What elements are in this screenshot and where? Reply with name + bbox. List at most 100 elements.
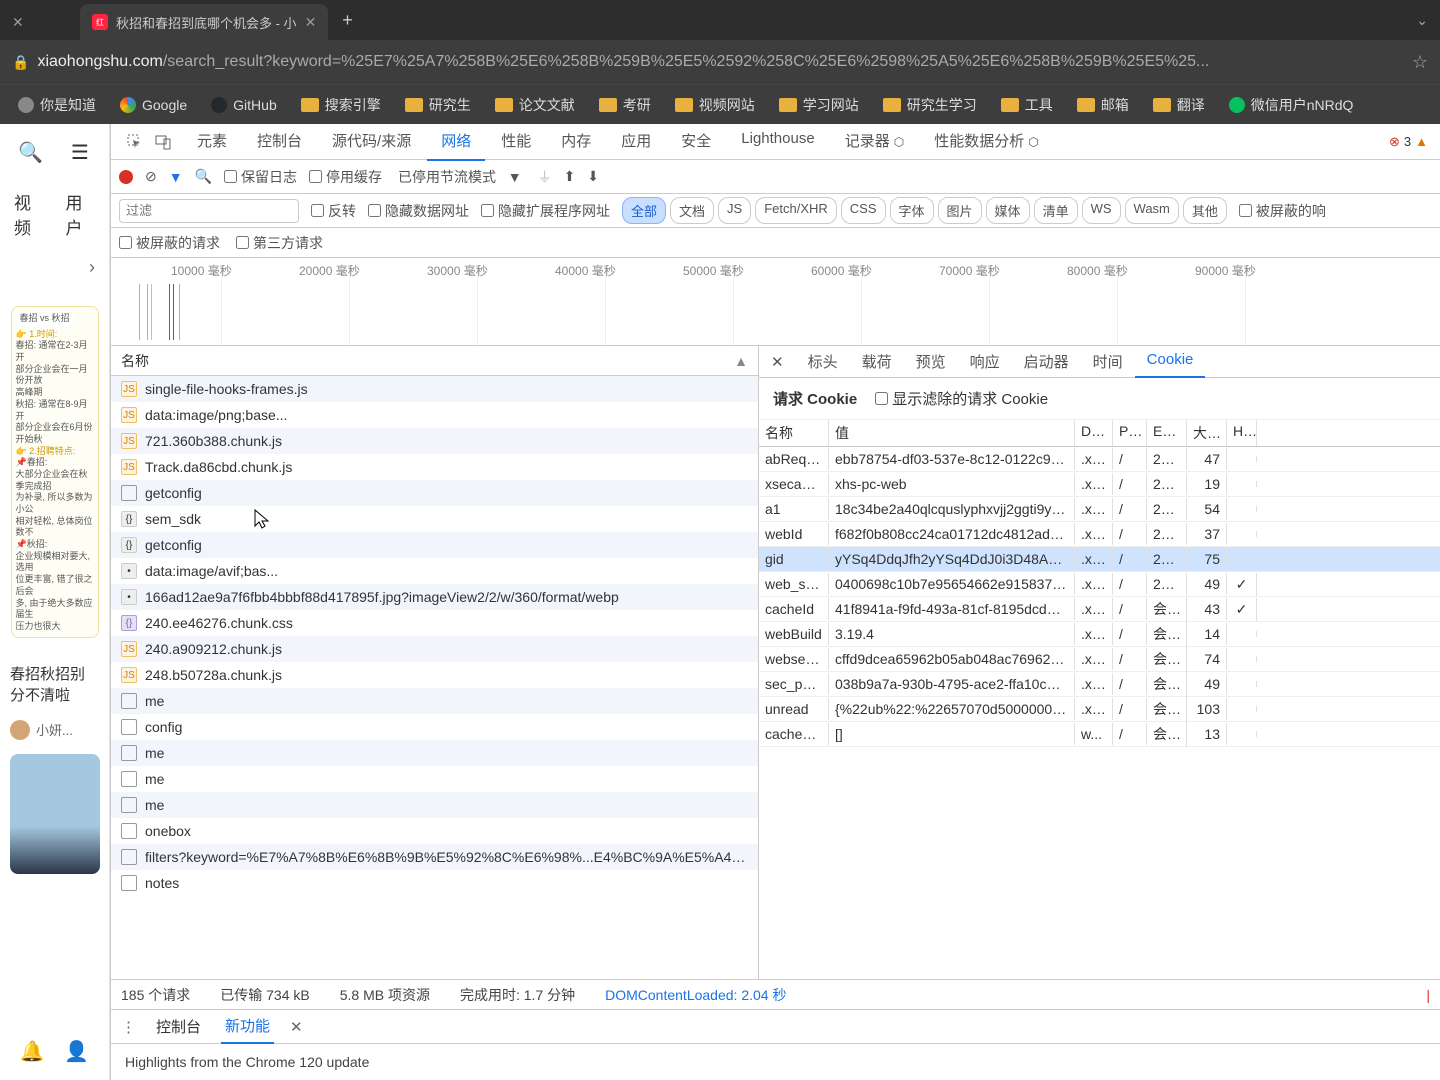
error-badge[interactable]: ⊗: [1389, 134, 1400, 150]
tabs-overflow-icon[interactable]: ⌄: [1404, 12, 1440, 29]
devtools-tab[interactable]: 性能数据分析⬡: [920, 122, 1053, 161]
search-icon[interactable]: 🔍: [18, 140, 43, 165]
filter-input[interactable]: [119, 199, 299, 223]
devtools-tab[interactable]: 元素: [183, 122, 241, 161]
menu-icon[interactable]: ☰: [71, 140, 89, 165]
blocked-req-checkbox[interactable]: 被屏蔽的请求: [119, 233, 220, 253]
wifi-icon[interactable]: ⏚: [538, 167, 552, 187]
drawer-tab-whatsnew[interactable]: 新功能: [221, 1009, 274, 1044]
cookie-row[interactable]: websecti...cffd9dcea65962b05ab048ac76962…: [759, 647, 1440, 672]
inspect-element-icon[interactable]: [123, 130, 147, 154]
request-list-header[interactable]: 名称 ▲: [111, 346, 758, 376]
bookmark-folder[interactable]: 研究生学习: [873, 91, 987, 119]
note-thumbnail[interactable]: [10, 754, 100, 874]
note-card[interactable]: 春招 vs 秋招 👉 1.时间:春招: 通常在2-3月开部分企业会在一月份开放高…: [10, 300, 99, 644]
drawer-menu-icon[interactable]: ⋮: [121, 1018, 136, 1036]
filter-type-pill[interactable]: JS: [718, 197, 751, 224]
nav-tab-user[interactable]: 用户: [66, 189, 96, 239]
bookmark-folder[interactable]: 论文文献: [485, 91, 585, 119]
cookie-row[interactable]: cache_fe...[]w.../会话13: [759, 722, 1440, 747]
close-detail-icon[interactable]: ✕: [759, 353, 796, 371]
cookie-row[interactable]: gidyYSq4DdqJfh2yYSq4DdJ0i3D48A1SA....xi.…: [759, 547, 1440, 572]
request-row[interactable]: •166ad12ae9a7f6fbb4bbbf88d417895f.jpg?im…: [111, 584, 758, 610]
devtools-tab[interactable]: 控制台: [243, 122, 316, 161]
cookie-row[interactable]: a118c34be2a40qlcquslyphxvjj2ggti9yvfj...…: [759, 497, 1440, 522]
filter-icon[interactable]: ▼: [169, 169, 183, 185]
request-row[interactable]: JSsingle-file-hooks-frames.js: [111, 376, 758, 402]
invert-checkbox[interactable]: 反转: [311, 201, 356, 221]
filter-type-pill[interactable]: 全部: [622, 197, 666, 224]
detail-tab[interactable]: 标头: [796, 346, 850, 378]
bookmark-folder[interactable]: 搜索引擎: [291, 91, 391, 119]
filter-type-pill[interactable]: 字体: [890, 197, 934, 224]
cookie-row[interactable]: cacheId41f8941a-f9fd-493a-81cf-8195dcdd6…: [759, 597, 1440, 622]
bookmark-folder[interactable]: 学习网站: [769, 91, 869, 119]
request-row[interactable]: JSTrack.da86cbd.chunk.js: [111, 454, 758, 480]
third-party-checkbox[interactable]: 第三方请求: [236, 233, 323, 253]
devtools-tab[interactable]: 源代码/来源: [318, 122, 425, 161]
request-row[interactable]: filters?keyword=%E7%A7%8B%E6%8B%9B%E5%92…: [111, 844, 758, 870]
request-row[interactable]: JS721.360b388.chunk.js: [111, 428, 758, 454]
close-icon[interactable]: ✕: [12, 14, 24, 31]
detail-tab[interactable]: 预览: [904, 346, 958, 378]
bookmark-folder[interactable]: 翻译: [1143, 91, 1215, 119]
request-row[interactable]: config: [111, 714, 758, 740]
request-row[interactable]: JS240.a909212.chunk.js: [111, 636, 758, 662]
network-timeline[interactable]: 10000 毫秒20000 毫秒30000 毫秒40000 毫秒50000 毫秒…: [111, 258, 1440, 346]
bookmark-item[interactable]: GitHub: [201, 93, 287, 117]
throttle-select[interactable]: 已停用节流模式 ▼: [394, 165, 526, 189]
cookie-row[interactable]: webBuild3.19.4.xi.../会话14: [759, 622, 1440, 647]
bookmark-item[interactable]: Google: [110, 93, 197, 117]
request-row[interactable]: onebox: [111, 818, 758, 844]
devtools-tab[interactable]: 记录器⬡: [831, 122, 919, 161]
sort-up-icon[interactable]: ▲: [734, 353, 748, 369]
record-button[interactable]: [119, 170, 133, 184]
detail-tab[interactable]: Cookie: [1135, 346, 1206, 378]
device-toggle-icon[interactable]: [151, 130, 175, 154]
browser-tab-active[interactable]: 红 秋招和春招到底哪个机会多 - 小 ✕: [80, 4, 328, 40]
request-row[interactable]: me: [111, 792, 758, 818]
request-row[interactable]: JSdata:image/png;base...: [111, 402, 758, 428]
cookie-row[interactable]: abRequ...ebb78754-df03-537e-8c12-0122c96…: [759, 447, 1440, 472]
warning-badge[interactable]: ▲: [1415, 134, 1428, 149]
filter-type-pill[interactable]: Wasm: [1125, 197, 1179, 224]
devtools-tab[interactable]: 应用: [607, 122, 665, 161]
filter-type-pill[interactable]: 清单: [1034, 197, 1078, 224]
cookie-row[interactable]: xsecappidxhs-pc-web.xi.../20...19: [759, 472, 1440, 497]
bookmark-star-icon[interactable]: ☆: [1412, 52, 1428, 73]
bookmark-folder[interactable]: 视频网站: [665, 91, 765, 119]
bookmark-item[interactable]: 微信用户nNRdQ: [1219, 91, 1364, 119]
request-row[interactable]: {}240.ee46276.chunk.css: [111, 610, 758, 636]
chevron-right-icon[interactable]: ›: [89, 257, 95, 278]
devtools-tab[interactable]: Lighthouse: [727, 122, 828, 161]
filter-type-pill[interactable]: Fetch/XHR: [755, 197, 837, 224]
disable-cache-checkbox[interactable]: 停用缓存: [309, 167, 382, 187]
bookmark-folder[interactable]: 考研: [589, 91, 661, 119]
search-icon[interactable]: 🔍: [195, 168, 212, 185]
devtools-tab[interactable]: 内存: [547, 122, 605, 161]
filter-type-pill[interactable]: WS: [1082, 197, 1121, 224]
devtools-tab[interactable]: 性能: [487, 122, 545, 161]
note-author[interactable]: 小妍...: [0, 714, 109, 746]
preserve-log-checkbox[interactable]: 保留日志: [224, 167, 297, 187]
request-row[interactable]: me: [111, 740, 758, 766]
filter-type-pill[interactable]: 其他: [1183, 197, 1227, 224]
devtools-tab[interactable]: 安全: [667, 122, 725, 161]
blocked-response-checkbox[interactable]: 被屏蔽的响: [1239, 201, 1326, 221]
cookie-row[interactable]: unread{%22ub%22:%22657070d5000000000....…: [759, 697, 1440, 722]
filter-type-pill[interactable]: CSS: [841, 197, 886, 224]
hide-ext-url-checkbox[interactable]: 隐藏扩展程序网址: [481, 201, 610, 221]
filter-type-pill[interactable]: 媒体: [986, 197, 1030, 224]
devtools-tab[interactable]: 网络: [427, 122, 485, 161]
close-icon[interactable]: ✕: [305, 14, 317, 31]
detail-tab[interactable]: 时间: [1081, 346, 1135, 378]
request-row[interactable]: JS248.b50728a.chunk.js: [111, 662, 758, 688]
download-icon[interactable]: ⬇: [587, 168, 599, 185]
request-row[interactable]: getconfig: [111, 480, 758, 506]
drawer-tab-console[interactable]: 控制台: [152, 1010, 205, 1043]
close-icon[interactable]: ✕: [290, 1018, 303, 1036]
url-bar[interactable]: 🔒 xiaohongshu.com/search_result?keyword=…: [0, 40, 1440, 84]
bookmark-folder[interactable]: 邮箱: [1067, 91, 1139, 119]
request-row[interactable]: {}sem_sdk: [111, 506, 758, 532]
cookie-row[interactable]: web_ses...0400698c10b7e95654662e9158374b…: [759, 572, 1440, 597]
